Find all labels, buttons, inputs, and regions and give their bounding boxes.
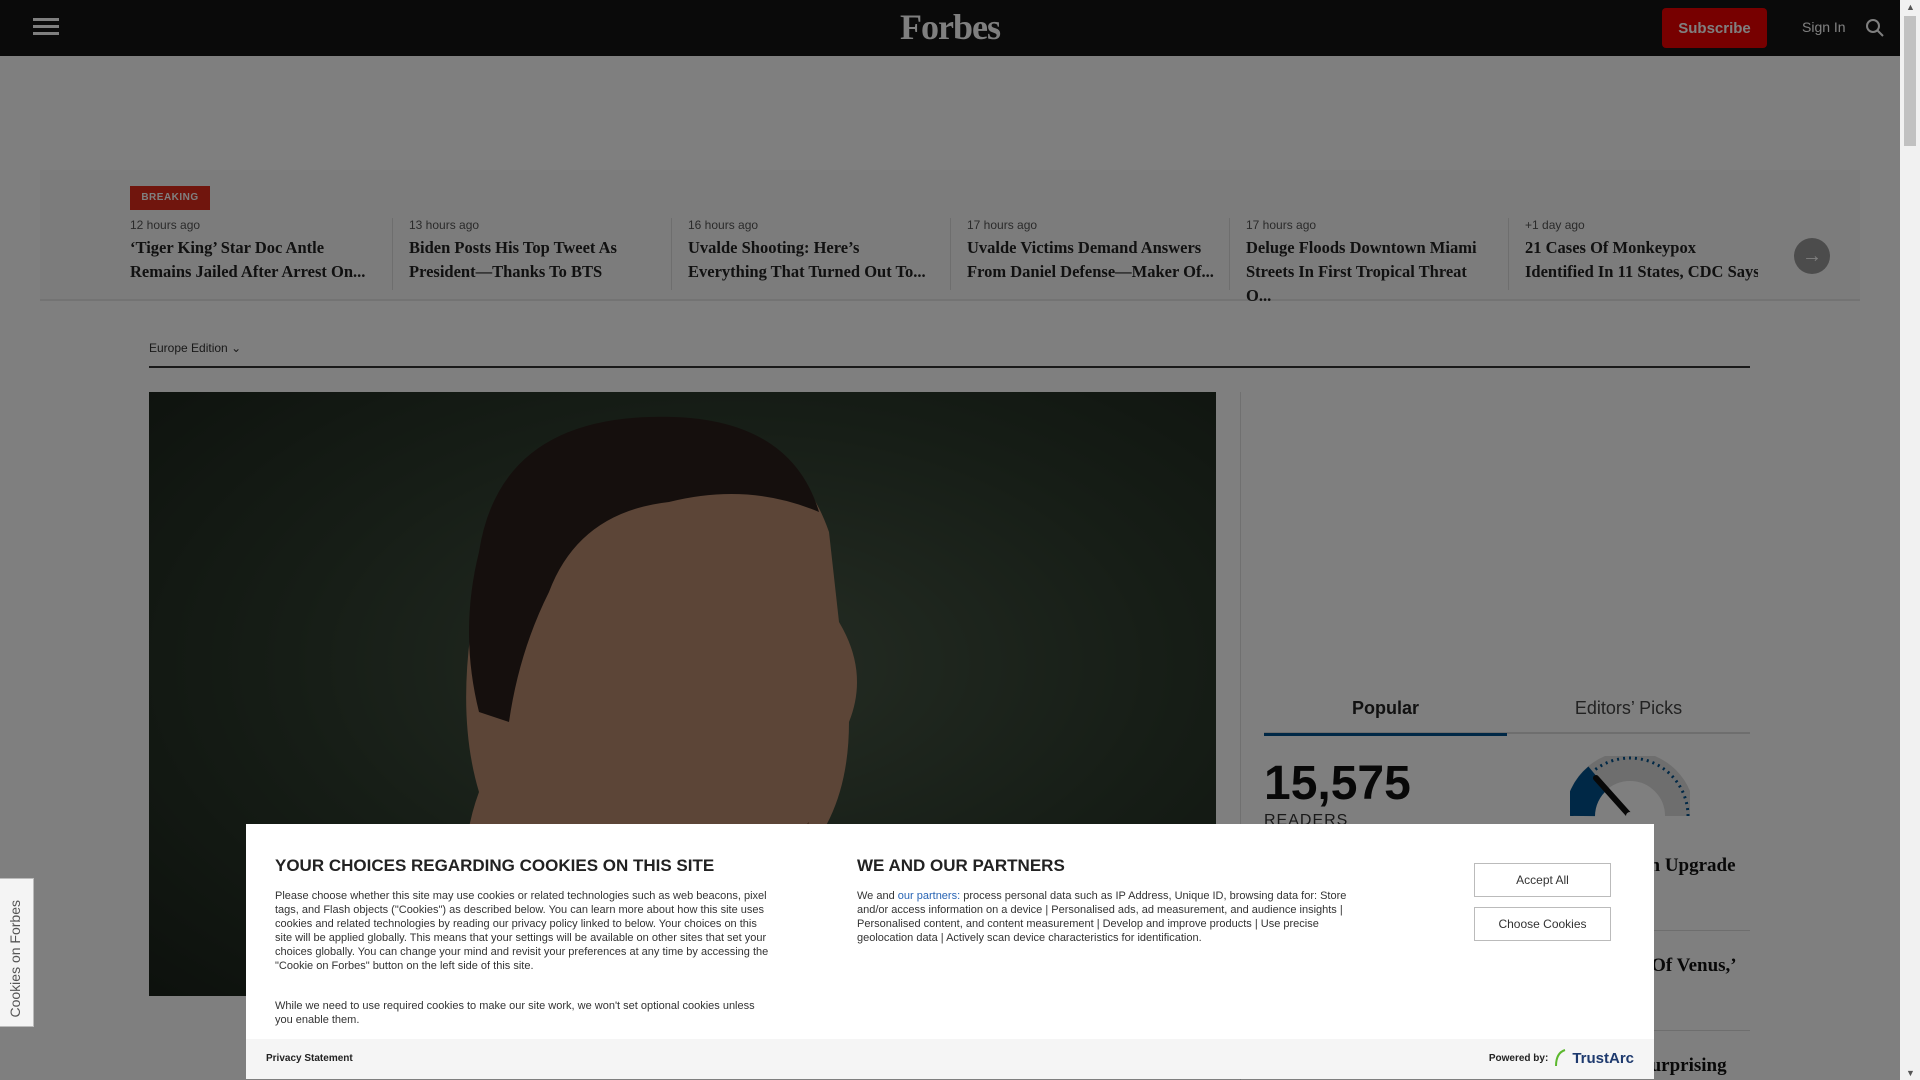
partners-pre: We and bbox=[857, 890, 898, 902]
partners-heading: WE AND OUR PARTNERS bbox=[857, 856, 1065, 875]
required-cookies-text: While we need to use required cookies to… bbox=[275, 1000, 755, 1026]
scrollbar-thumb[interactable] bbox=[1904, 16, 1916, 146]
powered-by: Powered by: TrustArc bbox=[1489, 1049, 1634, 1067]
our-partners-link[interactable]: our partners: bbox=[898, 890, 960, 902]
scroll-down-icon[interactable]: ▼ bbox=[1906, 1068, 1915, 1078]
cookies-tab-label: Cookies on Forbes bbox=[7, 900, 23, 1018]
trustarc-brand: TrustArc bbox=[1572, 1049, 1634, 1067]
cookie-consent-dialog: YOUR CHOICES REGARDING COOKIES ON THIS S… bbox=[246, 824, 1654, 1079]
cookie-choices-text: Please choose whether this site may use … bbox=[275, 890, 769, 972]
scroll-up-icon[interactable]: ▲ bbox=[1906, 2, 1915, 12]
partners-text: We and our partners: process personal da… bbox=[857, 889, 1357, 945]
choose-cookies-button[interactable]: Choose Cookies bbox=[1474, 907, 1611, 941]
accept-all-button[interactable]: Accept All bbox=[1474, 863, 1611, 897]
privacy-statement-link[interactable]: Privacy Statement bbox=[266, 1053, 353, 1064]
trustarc-logo-icon bbox=[1555, 1049, 1566, 1067]
cookie-choices-heading: YOUR CHOICES REGARDING COOKIES ON THIS S… bbox=[275, 856, 715, 875]
dialog-footer: Privacy Statement Powered by: TrustArc bbox=[246, 1039, 1654, 1079]
cookies-on-forbes-tab[interactable]: Cookies on Forbes bbox=[0, 878, 34, 1027]
scrollbar[interactable]: ▲ ▼ bbox=[1900, 0, 1920, 1080]
powered-by-label: Powered by: bbox=[1488, 1052, 1549, 1064]
